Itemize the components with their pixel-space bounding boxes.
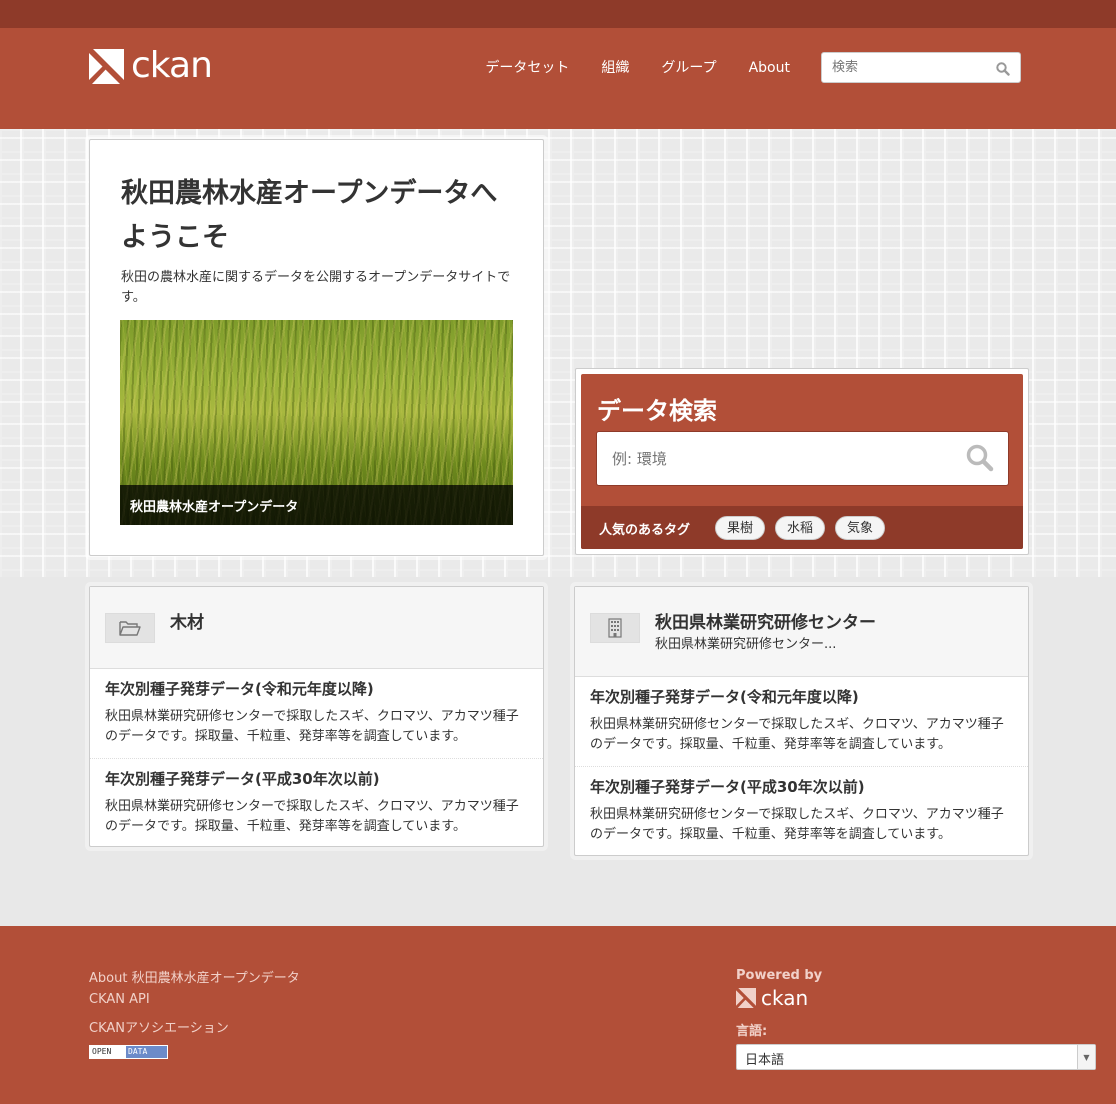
search-icon[interactable] xyxy=(966,444,994,476)
building-icon xyxy=(590,613,640,643)
list-item: 年次別種子発芽データ(平成30年次以前) 秋田県林業研究研修センターで採取したス… xyxy=(575,767,1028,855)
dataset-description: 秋田県林業研究研修センターで採取したスギ、クロマツ、アカマツ種子のデータです。採… xyxy=(105,799,519,834)
header-search xyxy=(821,52,1021,83)
main-nav: データセット 組織 グループ About xyxy=(453,58,790,78)
folder-icon xyxy=(105,613,155,643)
list-item: 年次別種子発芽データ(令和元年度以降) 秋田県林業研究研修センターで採取したスギ… xyxy=(90,669,543,759)
header-search-input[interactable] xyxy=(822,53,987,82)
chevron-down-icon: ▼ xyxy=(1077,1045,1095,1069)
powered-by-label: Powered by xyxy=(736,968,823,983)
popular-tags-label: 人気のあるタグ xyxy=(599,523,691,538)
footer-ckan-logo[interactable]: ckan xyxy=(736,988,808,1008)
footer-link-association[interactable]: CKANアソシエーション xyxy=(89,1017,229,1036)
welcome-title: 秋田農林水産オープンデータへようこそ xyxy=(121,178,498,253)
group-panel-header[interactable]: 木材 xyxy=(90,587,543,669)
dataset-title[interactable]: 年次別種子発芽データ(令和元年度以降) xyxy=(590,687,1013,707)
list-item: 年次別種子発芽データ(平成30年次以前) 秋田県林業研究研修センターで採取したス… xyxy=(90,759,543,847)
rice-field-image: 秋田農林水産オープンデータ xyxy=(120,320,513,525)
welcome-text: 秋田の農林水産に関するデータを公開するオープンデータサイトです。 xyxy=(121,270,511,305)
tag-fruit-trees[interactable]: 果樹 xyxy=(715,516,766,540)
ckan-logo[interactable]: ckan xyxy=(89,45,213,86)
footer-link-api[interactable]: CKAN API xyxy=(89,992,150,1007)
ckan-logo-icon xyxy=(736,988,756,1008)
organization-panel: 秋田県林業研究研修センター 秋田県林業研究研修センター... 年次別種子発芽デー… xyxy=(574,586,1029,856)
data-search-title: データ検索 xyxy=(597,397,717,425)
badge-data: DATA xyxy=(126,1046,167,1058)
dataset-description: 秋田県林業研究研修センターで採取したスギ、クロマツ、アカマツ種子のデータです。採… xyxy=(105,709,519,744)
tag-weather[interactable]: 気象 xyxy=(835,516,886,540)
nav-groups[interactable]: グループ xyxy=(661,58,716,78)
organization-title[interactable]: 秋田県林業研究研修センター xyxy=(655,608,876,633)
dataset-title[interactable]: 年次別種子発芽データ(平成30年次以前) xyxy=(105,769,528,789)
badge-open: OPEN xyxy=(90,1046,126,1058)
photo-caption: 秋田農林水産オープンデータ xyxy=(120,485,513,525)
search-icon[interactable] xyxy=(996,61,1010,80)
list-item: 年次別種子発芽データ(令和元年度以降) 秋田県林業研究研修センターで採取したスギ… xyxy=(575,677,1028,767)
organization-subtitle: 秋田県林業研究研修センター... xyxy=(655,637,837,652)
dataset-description: 秋田県林業研究研修センターで採取したスギ、クロマツ、アカマツ種子のデータです。採… xyxy=(590,807,1004,842)
organization-panel-header[interactable]: 秋田県林業研究研修センター 秋田県林業研究研修センター... xyxy=(575,587,1028,677)
dataset-description: 秋田県林業研究研修センターで採取したスギ、クロマツ、アカマツ種子のデータです。採… xyxy=(590,717,1004,752)
language-select[interactable]: 日本語 ▼ xyxy=(736,1044,1096,1070)
nav-datasets[interactable]: データセット xyxy=(485,58,569,78)
data-search-box xyxy=(596,431,1009,486)
site-footer: About 秋田農林水産オープンデータ CKAN API CKANアソシエーショ… xyxy=(0,926,1116,1104)
group-panel: 木材 年次別種子発芽データ(令和元年度以降) 秋田県林業研究研修センターで採取し… xyxy=(89,586,544,847)
dataset-title[interactable]: 年次別種子発芽データ(平成30年次以前) xyxy=(590,777,1013,797)
ckan-logo-icon xyxy=(89,48,124,84)
data-search-panel: データ検索 人気のあるタグ 果樹 水稲 気象 xyxy=(575,368,1029,555)
data-search-input[interactable] xyxy=(597,432,947,485)
footer-link-about[interactable]: About 秋田農林水産オープンデータ xyxy=(89,967,300,986)
footer-logo-text: ckan xyxy=(761,986,809,1010)
site-header: ckan データセット 組織 グループ About xyxy=(0,28,1116,129)
top-strip xyxy=(0,0,1116,28)
nav-about[interactable]: About xyxy=(749,58,790,78)
tag-paddy-rice[interactable]: 水稲 xyxy=(775,516,826,540)
language-value: 日本語 xyxy=(745,1053,785,1068)
popular-tags-bar: 人気のあるタグ 果樹 水稲 気象 xyxy=(581,506,1023,549)
dataset-title[interactable]: 年次別種子発芽データ(令和元年度以降) xyxy=(105,679,528,699)
nav-organizations[interactable]: 組織 xyxy=(601,58,629,78)
group-title[interactable]: 木材 xyxy=(170,608,204,633)
language-label: 言語: xyxy=(736,1024,768,1039)
welcome-box: 秋田農林水産オープンデータへようこそ 秋田の農林水産に関するデータを公開するオー… xyxy=(89,139,544,556)
open-data-badge[interactable]: OPEN DATA xyxy=(89,1045,168,1059)
logo-text: ckan xyxy=(131,45,213,86)
